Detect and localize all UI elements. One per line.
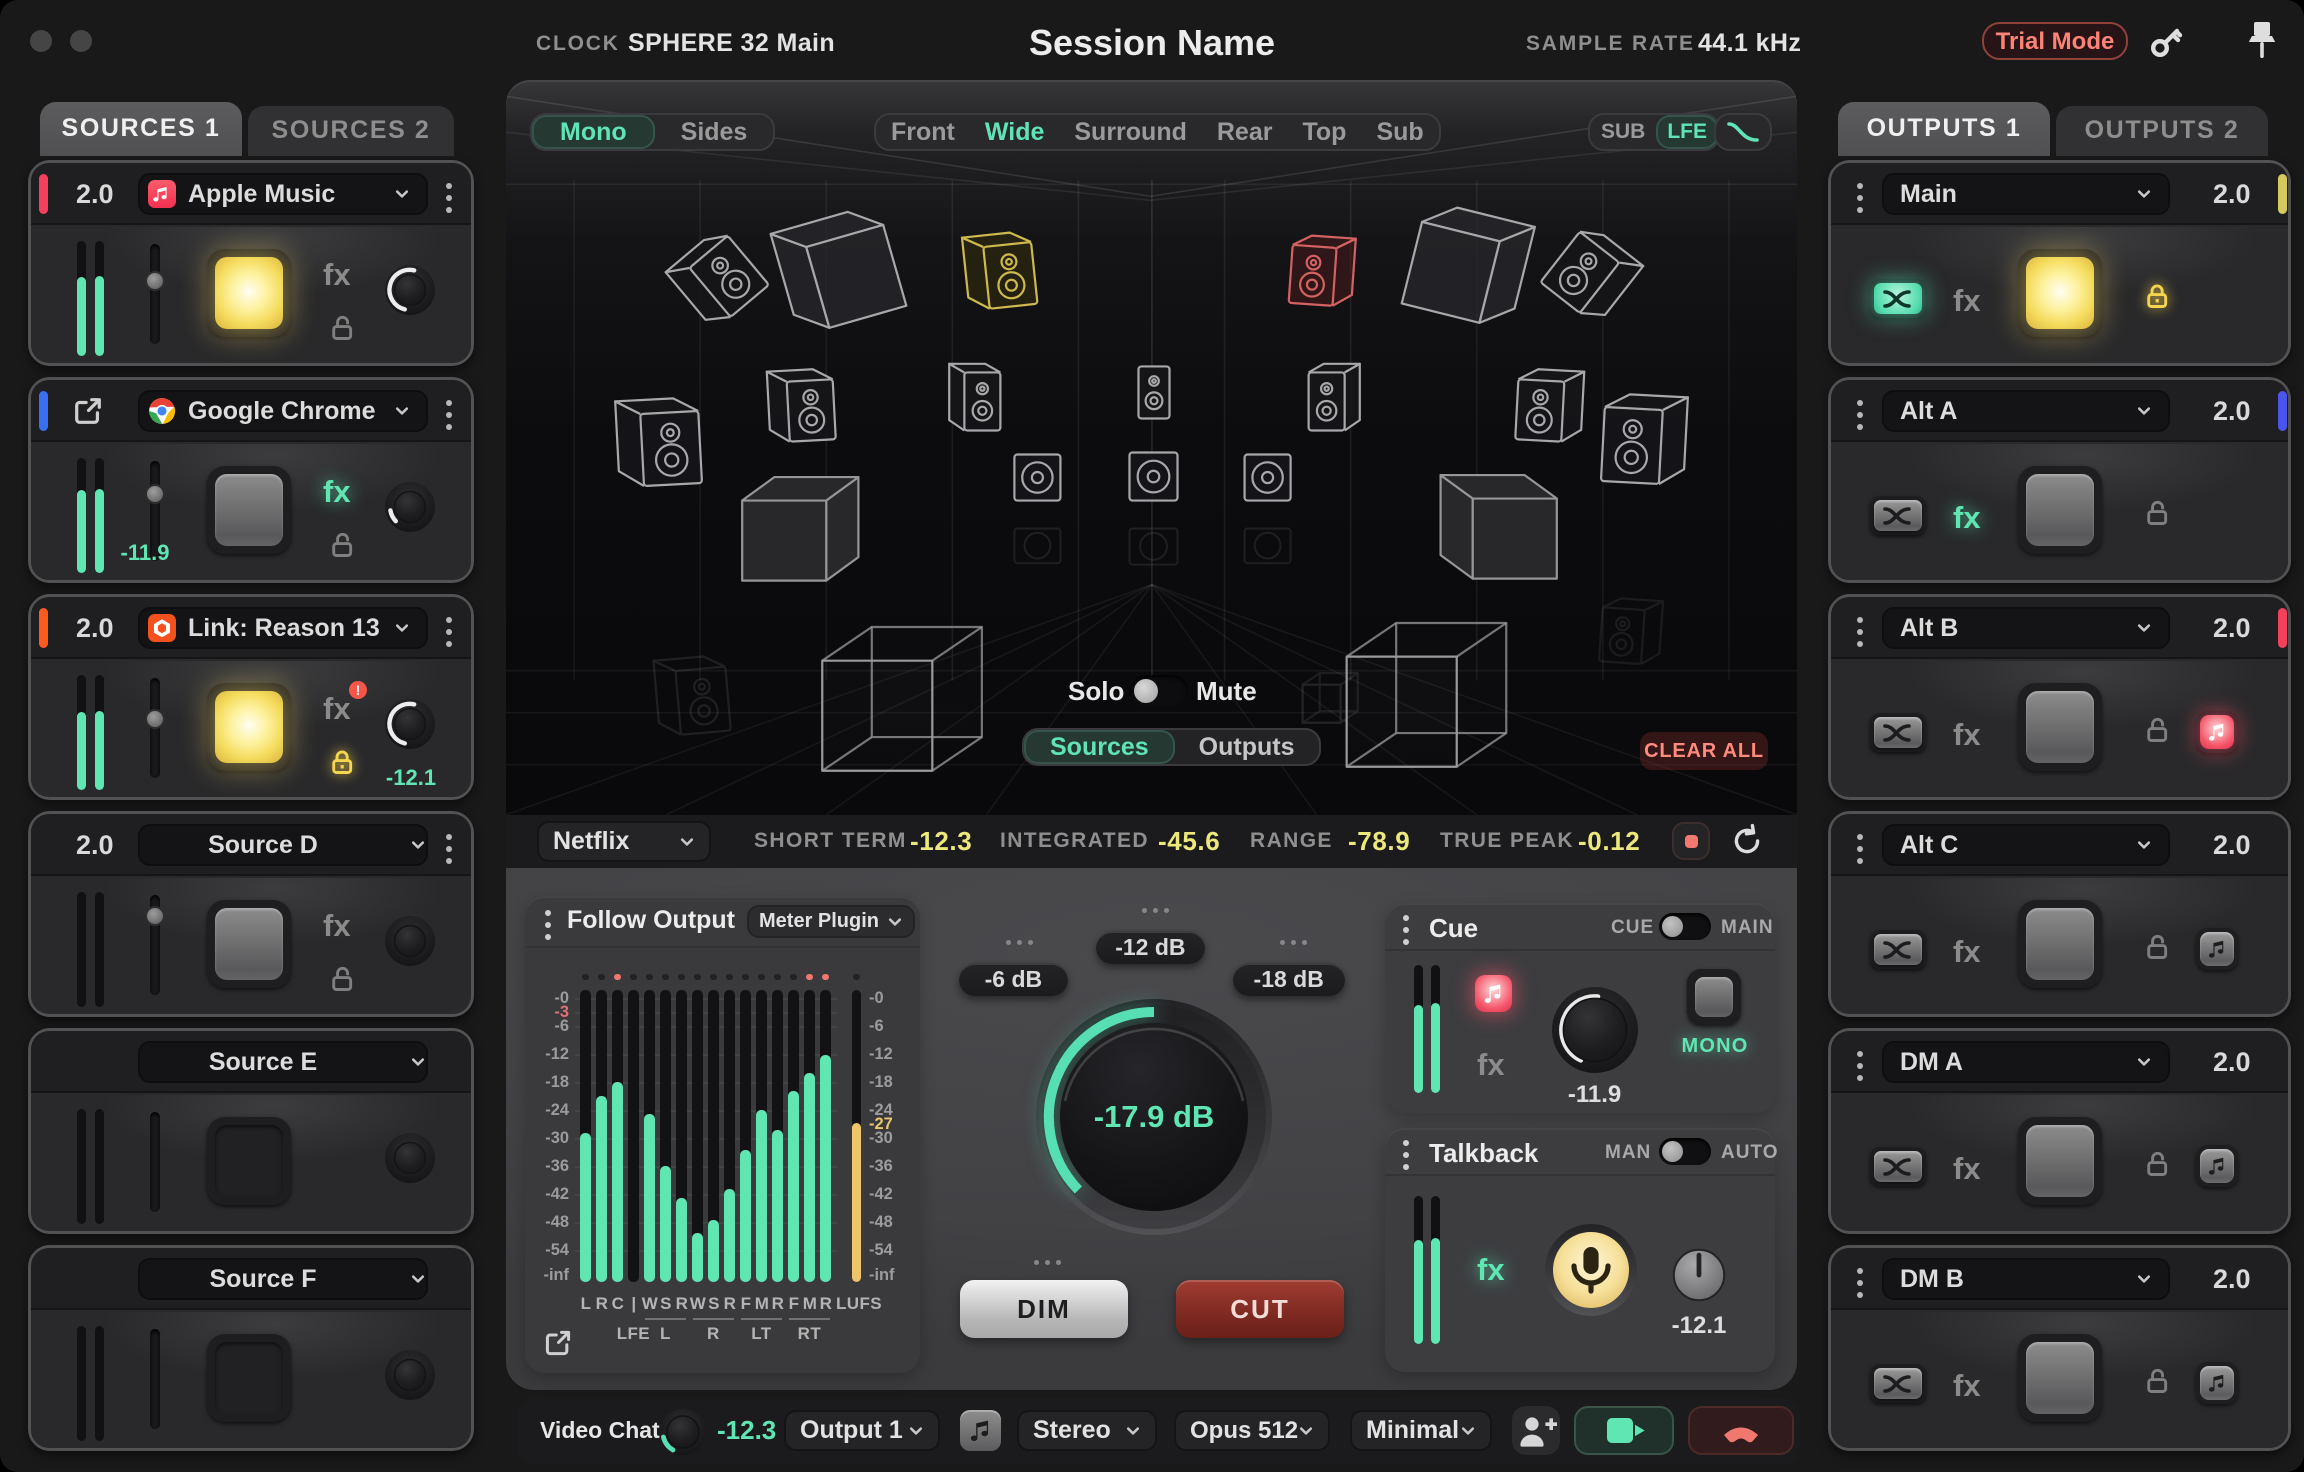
svg-text:-17.9 dB: -17.9 dB: [1094, 1099, 1215, 1134]
